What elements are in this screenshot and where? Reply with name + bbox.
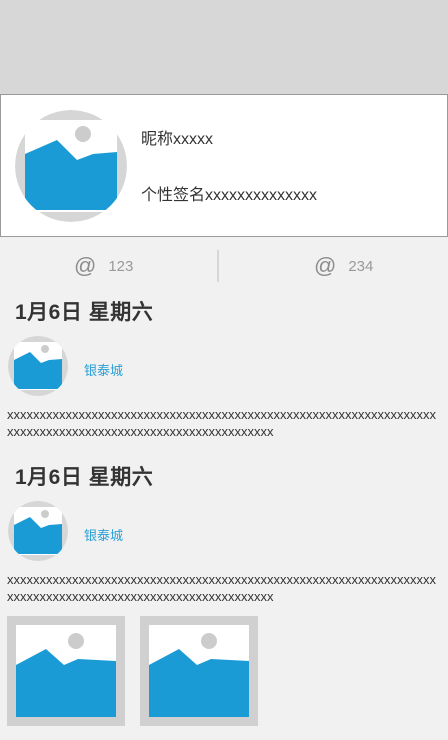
at-icon: @ [74, 253, 97, 278]
stat-mentions-1[interactable]: @ 123 [74, 248, 133, 284]
stat-mentions-2[interactable]: @ 234 [314, 248, 373, 284]
image-placeholder-icon [149, 625, 249, 717]
post-date: 1月6日 星期六 [15, 301, 154, 324]
post-text: xxxxxxxxxxxxxxxxxxxxxxxxxxxxxxxxxxxxxxxx… [7, 407, 436, 439]
post-author-link[interactable]: 银泰城 [84, 525, 123, 544]
at-icon: @ [314, 253, 337, 278]
image-placeholder-icon [8, 501, 68, 561]
post-text: xxxxxxxxxxxxxxxxxxxxxxxxxxxxxxxxxxxxxxxx… [7, 572, 436, 604]
post-image[interactable] [7, 616, 125, 726]
profile-card[interactable]: 昵称xxxxx 个性签名xxxxxxxxxxxxxx [0, 94, 448, 237]
post-image[interactable] [140, 616, 258, 726]
profile-signature: 个性签名xxxxxxxxxxxxxx [141, 187, 318, 204]
profile-nickname: 昵称xxxxx [141, 131, 214, 148]
image-placeholder-icon [15, 110, 127, 222]
post-author-link[interactable]: 银泰城 [84, 360, 123, 379]
post-avatar[interactable] [8, 501, 68, 561]
stat-value: 234 [348, 257, 374, 275]
stats-divider [217, 250, 219, 282]
post-avatar[interactable] [8, 336, 68, 396]
post-date: 1月6日 星期六 [15, 466, 154, 489]
image-placeholder-icon [16, 625, 116, 717]
stat-value: 123 [108, 257, 134, 275]
stats-bar: @ 123 @ 234 [0, 248, 448, 284]
profile-avatar[interactable] [15, 110, 127, 222]
top-bar [0, 0, 448, 94]
image-placeholder-icon [8, 336, 68, 396]
